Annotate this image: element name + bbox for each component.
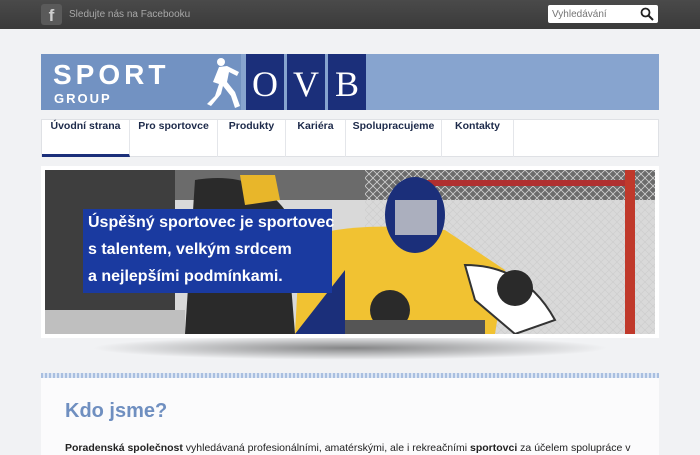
section-heading: Kdo jsme?: [65, 400, 168, 422]
logo-group-text: GROUP: [54, 91, 112, 106]
logo-letter-o: O: [246, 54, 284, 110]
nav-item-contacts[interactable]: Kontakty: [442, 120, 514, 157]
search-icon[interactable]: [640, 7, 654, 21]
hero-caption-line-1: Úspěšný sportovec je sportovec: [88, 214, 335, 231]
intro-paragraph: Poradenská společnost vyhledávaná profes…: [65, 442, 631, 454]
hero-shadow: [90, 336, 610, 360]
intro-text-1: vyhledávaná profesionálními, amatérskými…: [182, 442, 470, 454]
nav-item-products[interactable]: Produkty: [218, 120, 286, 157]
logo-sport-text: SPORT: [53, 59, 170, 90]
hero-caption-line-2: s talentem, velkým srdcem: [88, 241, 292, 258]
nav-item-career[interactable]: Kariéra: [286, 120, 346, 157]
runner-icon: [207, 58, 240, 108]
facebook-icon[interactable]: f: [41, 4, 62, 25]
search-box: [548, 5, 658, 23]
about-section: Kdo jsme? Poradenská společnost vyhledáv…: [41, 378, 659, 455]
nav-item-partners[interactable]: Spolupracujeme: [346, 120, 442, 157]
hero-caption: Úspěšný sportovec je sportovec s talente…: [83, 209, 335, 293]
nav-item-for-athletes[interactable]: Pro sportovce: [130, 120, 218, 157]
facebook-follow-link[interactable]: Sledujte nás na Facebooku: [69, 9, 190, 20]
logo-letter-b: B: [328, 54, 366, 110]
site-logo[interactable]: SPORT GROUP O V B: [41, 54, 659, 110]
search-input[interactable]: [552, 6, 632, 22]
nav-item-home[interactable]: Úvodní strana: [42, 120, 130, 157]
main-navigation: Úvodní strana Pro sportovce Produkty Kar…: [41, 119, 659, 157]
hero-caption-line-3: a nejlepšími podmínkami.: [88, 268, 283, 285]
intro-bold-athletes: sportovci: [470, 442, 518, 454]
logo-letter-v: V: [287, 54, 325, 110]
intro-bold-company: Poradenská společnost: [65, 442, 183, 454]
top-bar: f Sledujte nás na Facebooku: [0, 0, 700, 29]
logo-sport-group: SPORT GROUP: [41, 54, 241, 110]
intro-text-2: za účelem spolupráce v: [517, 442, 631, 454]
